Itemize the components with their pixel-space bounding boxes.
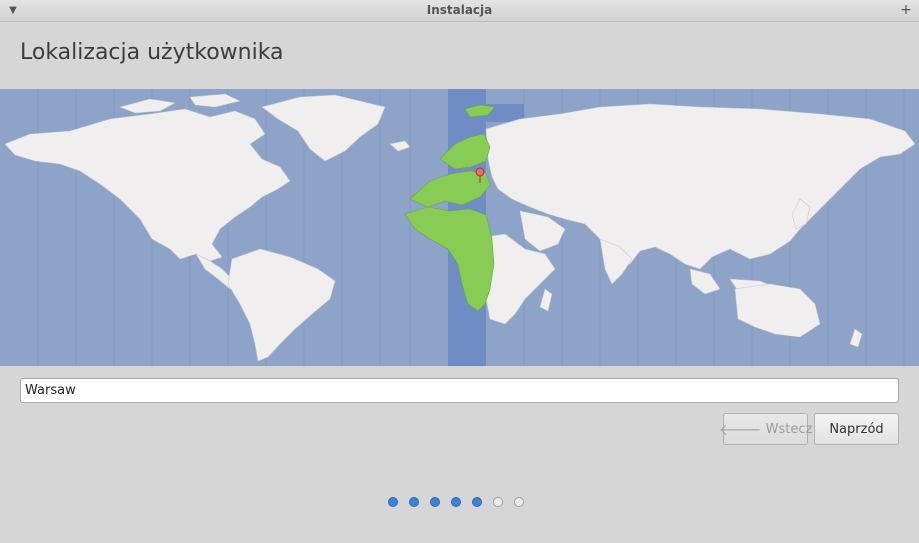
location-input[interactable] <box>20 378 899 403</box>
progress-dots <box>388 497 524 507</box>
progress-dot <box>514 497 524 507</box>
next-button-label: Naprzód <box>829 421 884 437</box>
maximize-icon[interactable]: + <box>899 2 913 18</box>
progress-dot <box>472 497 482 507</box>
progress-dot <box>409 497 419 507</box>
progress-dot <box>430 497 440 507</box>
location-marker <box>475 167 485 177</box>
progress-dot <box>493 497 503 507</box>
page-title: Lokalizacja użytkownika <box>20 40 284 65</box>
installer-window: ▼ Instalacja + Lokalizacja użytkownika W… <box>0 0 919 543</box>
back-button[interactable]: 🡐 Wstecz <box>719 413 812 445</box>
progress-dot <box>388 497 398 507</box>
progress-dot <box>451 497 461 507</box>
arrow-left-icon: 🡐 <box>718 420 762 439</box>
back-button-label: Wstecz <box>765 421 813 437</box>
world-map-svg <box>4 89 916 366</box>
next-button[interactable]: Naprzód <box>814 413 899 445</box>
title-bar: ▼ Instalacja + <box>0 0 919 22</box>
window-title: Instalacja <box>426 3 493 17</box>
timezone-map[interactable] <box>0 89 919 366</box>
